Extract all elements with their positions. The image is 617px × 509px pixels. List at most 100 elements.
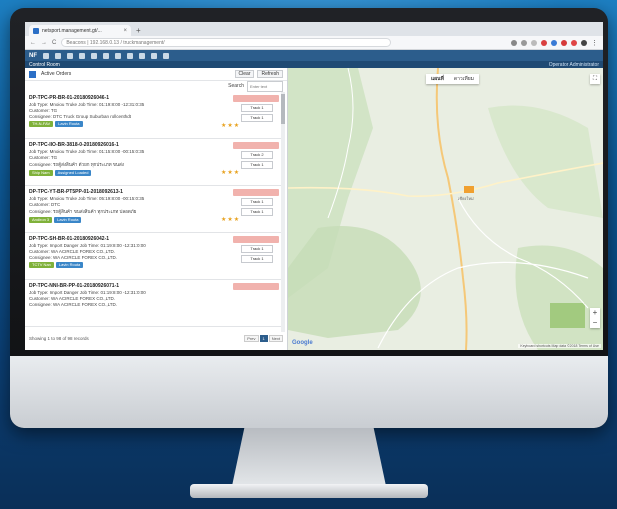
menu-icon[interactable]: ⋮ bbox=[591, 39, 598, 47]
extension-icon[interactable] bbox=[571, 39, 577, 46]
screen: netsport.management.gt/... × + ← → C Bea… bbox=[25, 22, 603, 350]
job-rating-icons: ★★★ bbox=[221, 170, 241, 176]
extensions: ⋮ bbox=[511, 39, 598, 47]
job-tag[interactable]: Andiron 3 bbox=[29, 217, 53, 223]
map-canvas bbox=[288, 68, 603, 350]
tab-favicon-icon bbox=[33, 27, 39, 34]
search-input[interactable] bbox=[247, 80, 283, 92]
job-status-badge bbox=[233, 283, 279, 290]
tab-title: netsport.management.gt/... bbox=[42, 27, 102, 34]
map-type-toggle: แผนที่ ดาวเทียม bbox=[426, 74, 479, 84]
zoom-in-button[interactable]: + bbox=[590, 308, 600, 318]
toolbar-report-icon[interactable] bbox=[127, 52, 133, 59]
app-toolbar: NF bbox=[25, 50, 603, 61]
pagination: Prev 1 Next bbox=[244, 334, 283, 342]
new-tab-button[interactable]: + bbox=[136, 25, 141, 36]
toolbar-box-icon[interactable] bbox=[103, 52, 109, 59]
job-track-button[interactable]: Track 1 bbox=[241, 208, 273, 216]
job-list-footer: Showing 1 to 98 of 98 records Prev 1 Nex… bbox=[25, 332, 287, 344]
job-rating-icons: ★★★ bbox=[221, 123, 241, 129]
job-track-button[interactable]: Track 1 bbox=[241, 198, 273, 206]
job-item[interactable]: DP-TPC-IIO-BR-3818-0-20180926016-1 Job T… bbox=[25, 139, 281, 186]
toolbar-list-icon[interactable] bbox=[67, 52, 73, 59]
job-tag[interactable]: TH-N-FAV bbox=[29, 121, 54, 127]
monitor-stand-neck bbox=[232, 428, 386, 486]
search-row: Search bbox=[25, 80, 287, 92]
job-track-button[interactable]: Track 2 bbox=[241, 151, 273, 159]
toolbar-truck-icon[interactable] bbox=[55, 52, 61, 59]
toolbar-home-icon[interactable] bbox=[43, 52, 49, 59]
job-item[interactable]: DP-TPC-SH-BR-01-20180926042-1 Job Type: … bbox=[25, 233, 281, 280]
job-tag[interactable]: Lavin Routa bbox=[55, 121, 83, 127]
address-bar: ← → C Beacons | 192.168.0.13 / truckmana… bbox=[25, 36, 603, 50]
forward-icon[interactable]: → bbox=[41, 40, 47, 46]
job-tag[interactable]: Assigned Loaded bbox=[54, 170, 92, 176]
job-track-button[interactable]: Track 1 bbox=[241, 104, 273, 112]
monitor-stand-foot bbox=[190, 484, 428, 498]
profile-avatar[interactable] bbox=[581, 39, 587, 46]
job-track-button[interactable]: Track 1 bbox=[241, 255, 273, 263]
extension-icon[interactable] bbox=[551, 39, 557, 46]
page-button-1[interactable]: 1 bbox=[259, 334, 268, 342]
toolbar-gear-icon[interactable] bbox=[163, 52, 169, 59]
extension-icon[interactable] bbox=[521, 39, 527, 46]
map-type-satellite[interactable]: ดาวเทียม bbox=[449, 74, 479, 84]
job-track-button[interactable]: Track 1 bbox=[241, 245, 273, 253]
toolbar-settings-icon[interactable] bbox=[139, 52, 145, 59]
browser-tab[interactable]: netsport.management.gt/... × bbox=[29, 25, 131, 36]
toolbar-calendar-icon[interactable] bbox=[115, 52, 121, 59]
job-tag[interactable]: Ship Nam bbox=[29, 170, 53, 176]
job-status-badge bbox=[233, 189, 279, 196]
monitor-chin bbox=[10, 356, 608, 428]
job-customer: Customer: WA ACIRCLE FOREX CO.,LTD. bbox=[29, 296, 116, 301]
job-tag[interactable]: Lavin Routa bbox=[55, 262, 84, 268]
records-summary: Showing 1 to 98 of 98 records bbox=[29, 335, 89, 341]
clear-button[interactable]: Clear bbox=[234, 70, 255, 78]
job-item[interactable]: DP-TPC-YT-BR-PT5PP-01-2018092613-1 Job T… bbox=[25, 186, 281, 233]
job-tag[interactable]: TCTV Nan bbox=[29, 262, 54, 268]
job-rating-icons: ★★★ bbox=[221, 217, 241, 223]
extension-icon[interactable] bbox=[561, 39, 567, 46]
job-list-panel: Active Orders Clear Refresh Search DP-TP… bbox=[25, 68, 288, 350]
map-marker[interactable] bbox=[464, 186, 474, 193]
reload-icon[interactable]: C bbox=[52, 40, 56, 46]
back-icon[interactable]: ← bbox=[30, 40, 36, 46]
toolbar-chart-icon[interactable] bbox=[151, 52, 157, 59]
map-attribution[interactable]: Keyboard shortcuts Map data ©2018 Terms … bbox=[518, 344, 601, 348]
prev-page-button[interactable]: Prev bbox=[244, 334, 259, 342]
fullscreen-icon[interactable]: ⛶ bbox=[590, 74, 600, 84]
refresh-button[interactable]: Refresh bbox=[257, 70, 283, 78]
search-label: Search bbox=[228, 83, 244, 89]
job-status-badge bbox=[233, 142, 279, 149]
scrollbar-thumb[interactable] bbox=[281, 94, 285, 124]
map-city-label: เชียงใหม่ bbox=[458, 196, 474, 201]
browser-tab-bar: netsport.management.gt/... × + bbox=[25, 22, 603, 36]
job-item[interactable]: DP-TPC-PR-BR-01-20180926046-1 Job Type: … bbox=[25, 92, 281, 139]
job-track-button[interactable]: Track 1 bbox=[241, 161, 273, 169]
extension-icon[interactable] bbox=[511, 39, 517, 46]
url-field[interactable]: Beacons | 192.168.0.13 / truckmanagement… bbox=[61, 38, 392, 47]
job-status-badge bbox=[233, 236, 279, 243]
job-item[interactable]: DP-TPC-NNI-BR-PP-01-20180926071-1 Job Ty… bbox=[25, 280, 281, 327]
app-logo: NF bbox=[29, 52, 37, 59]
filter-row: Active Orders Clear Refresh bbox=[25, 68, 287, 81]
active-orders-checkbox[interactable] bbox=[29, 70, 36, 78]
job-tag[interactable]: Lavin Routa bbox=[54, 217, 82, 223]
extension-icon[interactable] bbox=[541, 39, 547, 46]
job-type: Job Type: Import Danger Job Time: 01:19:… bbox=[29, 290, 146, 295]
next-page-button[interactable]: Next bbox=[268, 334, 283, 342]
map-type-map[interactable]: แผนที่ bbox=[426, 74, 449, 84]
zoom-out-button[interactable]: − bbox=[590, 318, 600, 328]
job-list: DP-TPC-PR-BR-01-20180926046-1 Job Type: … bbox=[25, 92, 281, 332]
zoom-control: + − bbox=[590, 308, 600, 328]
active-orders-label: Active Orders bbox=[41, 71, 72, 77]
google-logo: Google bbox=[292, 340, 313, 346]
toolbar-user-icon[interactable] bbox=[91, 52, 97, 59]
star-icon[interactable] bbox=[531, 39, 537, 46]
job-consignee: Consignee: WA ACIRCLE FOREX CO.,LTD. bbox=[29, 302, 118, 307]
map-view[interactable]: แผนที่ ดาวเทียม ⛶ เชียงใหม่ + − Google K… bbox=[288, 68, 603, 350]
tab-close-icon[interactable]: × bbox=[123, 28, 127, 34]
job-track-button[interactable]: Track 1 bbox=[241, 114, 273, 122]
job-list-scrollbar[interactable] bbox=[281, 92, 285, 332]
toolbar-map-icon[interactable] bbox=[79, 52, 85, 59]
